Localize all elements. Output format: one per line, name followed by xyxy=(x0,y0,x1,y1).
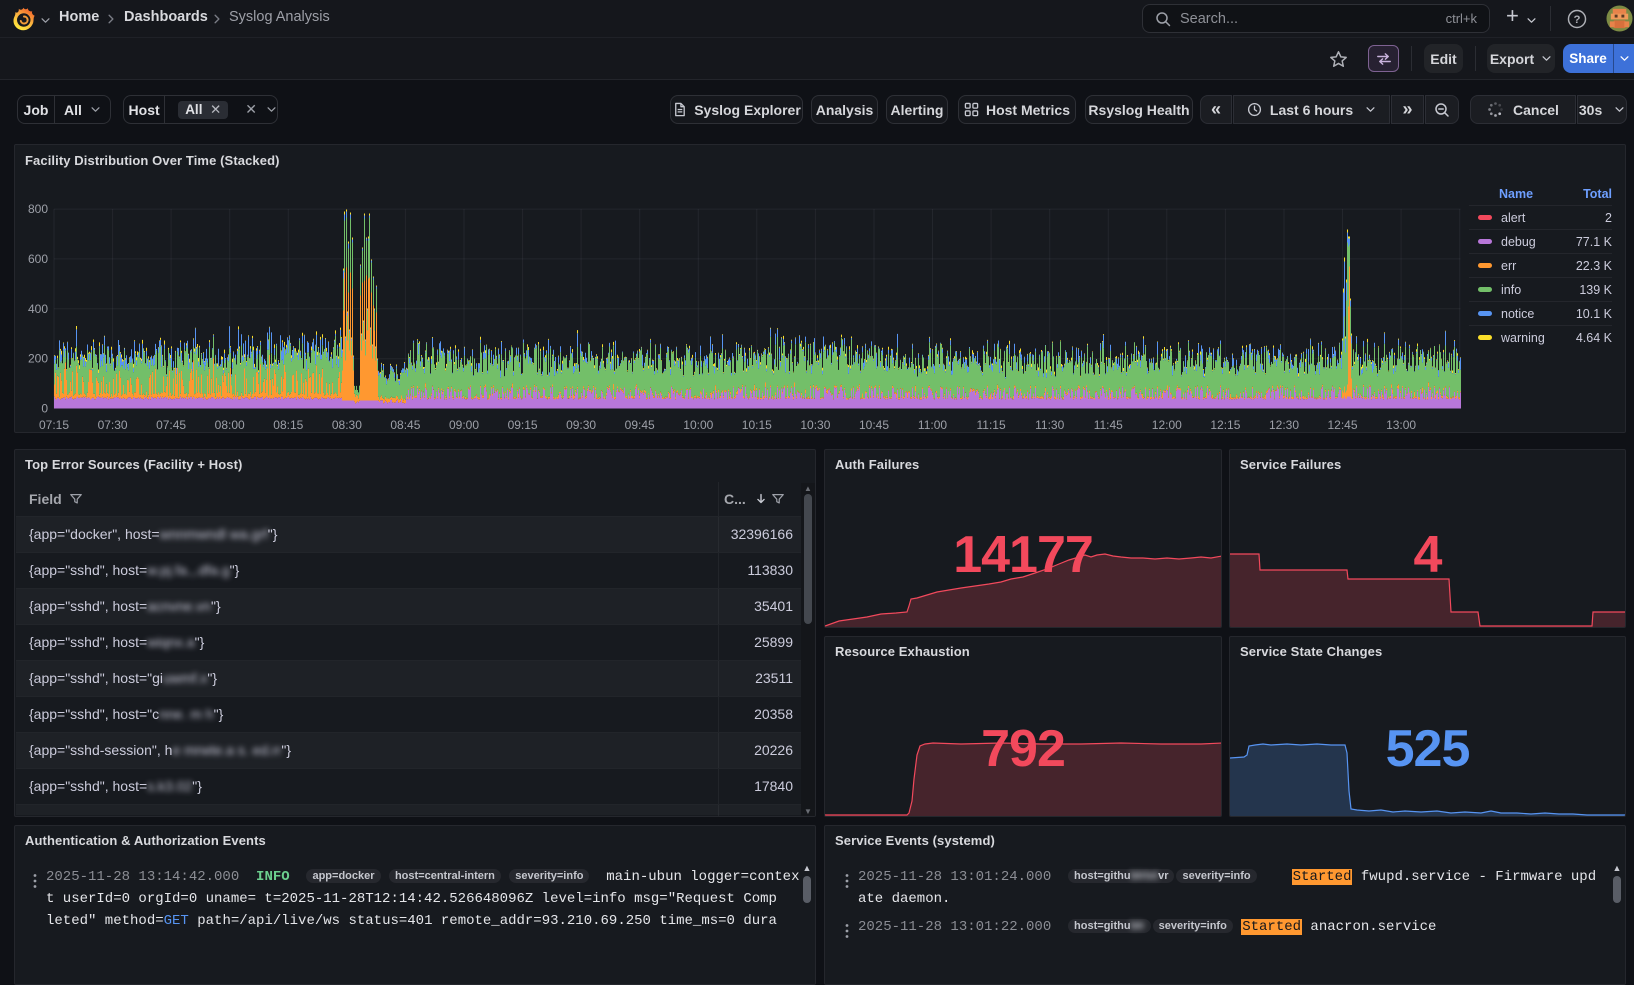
svg-text:09:45: 09:45 xyxy=(625,418,655,432)
svg-text:?: ? xyxy=(1574,14,1581,26)
svg-text:10:30: 10:30 xyxy=(800,418,830,432)
svg-text:12:15: 12:15 xyxy=(1210,418,1240,432)
svg-text:11:45: 11:45 xyxy=(1094,418,1123,432)
svg-text:12:30: 12:30 xyxy=(1269,418,1299,432)
svg-text:200: 200 xyxy=(28,352,48,366)
svg-text:600: 600 xyxy=(28,252,48,266)
svg-text:09:15: 09:15 xyxy=(508,418,538,432)
svg-text:08:45: 08:45 xyxy=(390,418,420,432)
svg-text:13:00: 13:00 xyxy=(1386,418,1416,432)
svg-text:10:00: 10:00 xyxy=(683,418,713,432)
svg-text:10:15: 10:15 xyxy=(742,418,772,432)
svg-text:08:00: 08:00 xyxy=(215,418,245,432)
svg-text:10:45: 10:45 xyxy=(859,418,889,432)
svg-text:07:15: 07:15 xyxy=(39,418,69,432)
svg-text:12:45: 12:45 xyxy=(1327,418,1357,432)
svg-text:12:00: 12:00 xyxy=(1152,418,1182,432)
svg-text:800: 800 xyxy=(28,202,48,216)
svg-text:11:00: 11:00 xyxy=(918,418,947,432)
svg-text:07:30: 07:30 xyxy=(98,418,128,432)
svg-text:11:15: 11:15 xyxy=(977,418,1006,432)
svg-text:08:15: 08:15 xyxy=(273,418,303,432)
svg-text:11:30: 11:30 xyxy=(1035,418,1064,432)
svg-text:09:30: 09:30 xyxy=(566,418,596,432)
svg-text:09:00: 09:00 xyxy=(449,418,479,432)
svg-text:08:30: 08:30 xyxy=(332,418,362,432)
svg-text:400: 400 xyxy=(28,302,48,316)
svg-text:07:45: 07:45 xyxy=(156,418,186,432)
svg-text:0: 0 xyxy=(41,402,48,416)
